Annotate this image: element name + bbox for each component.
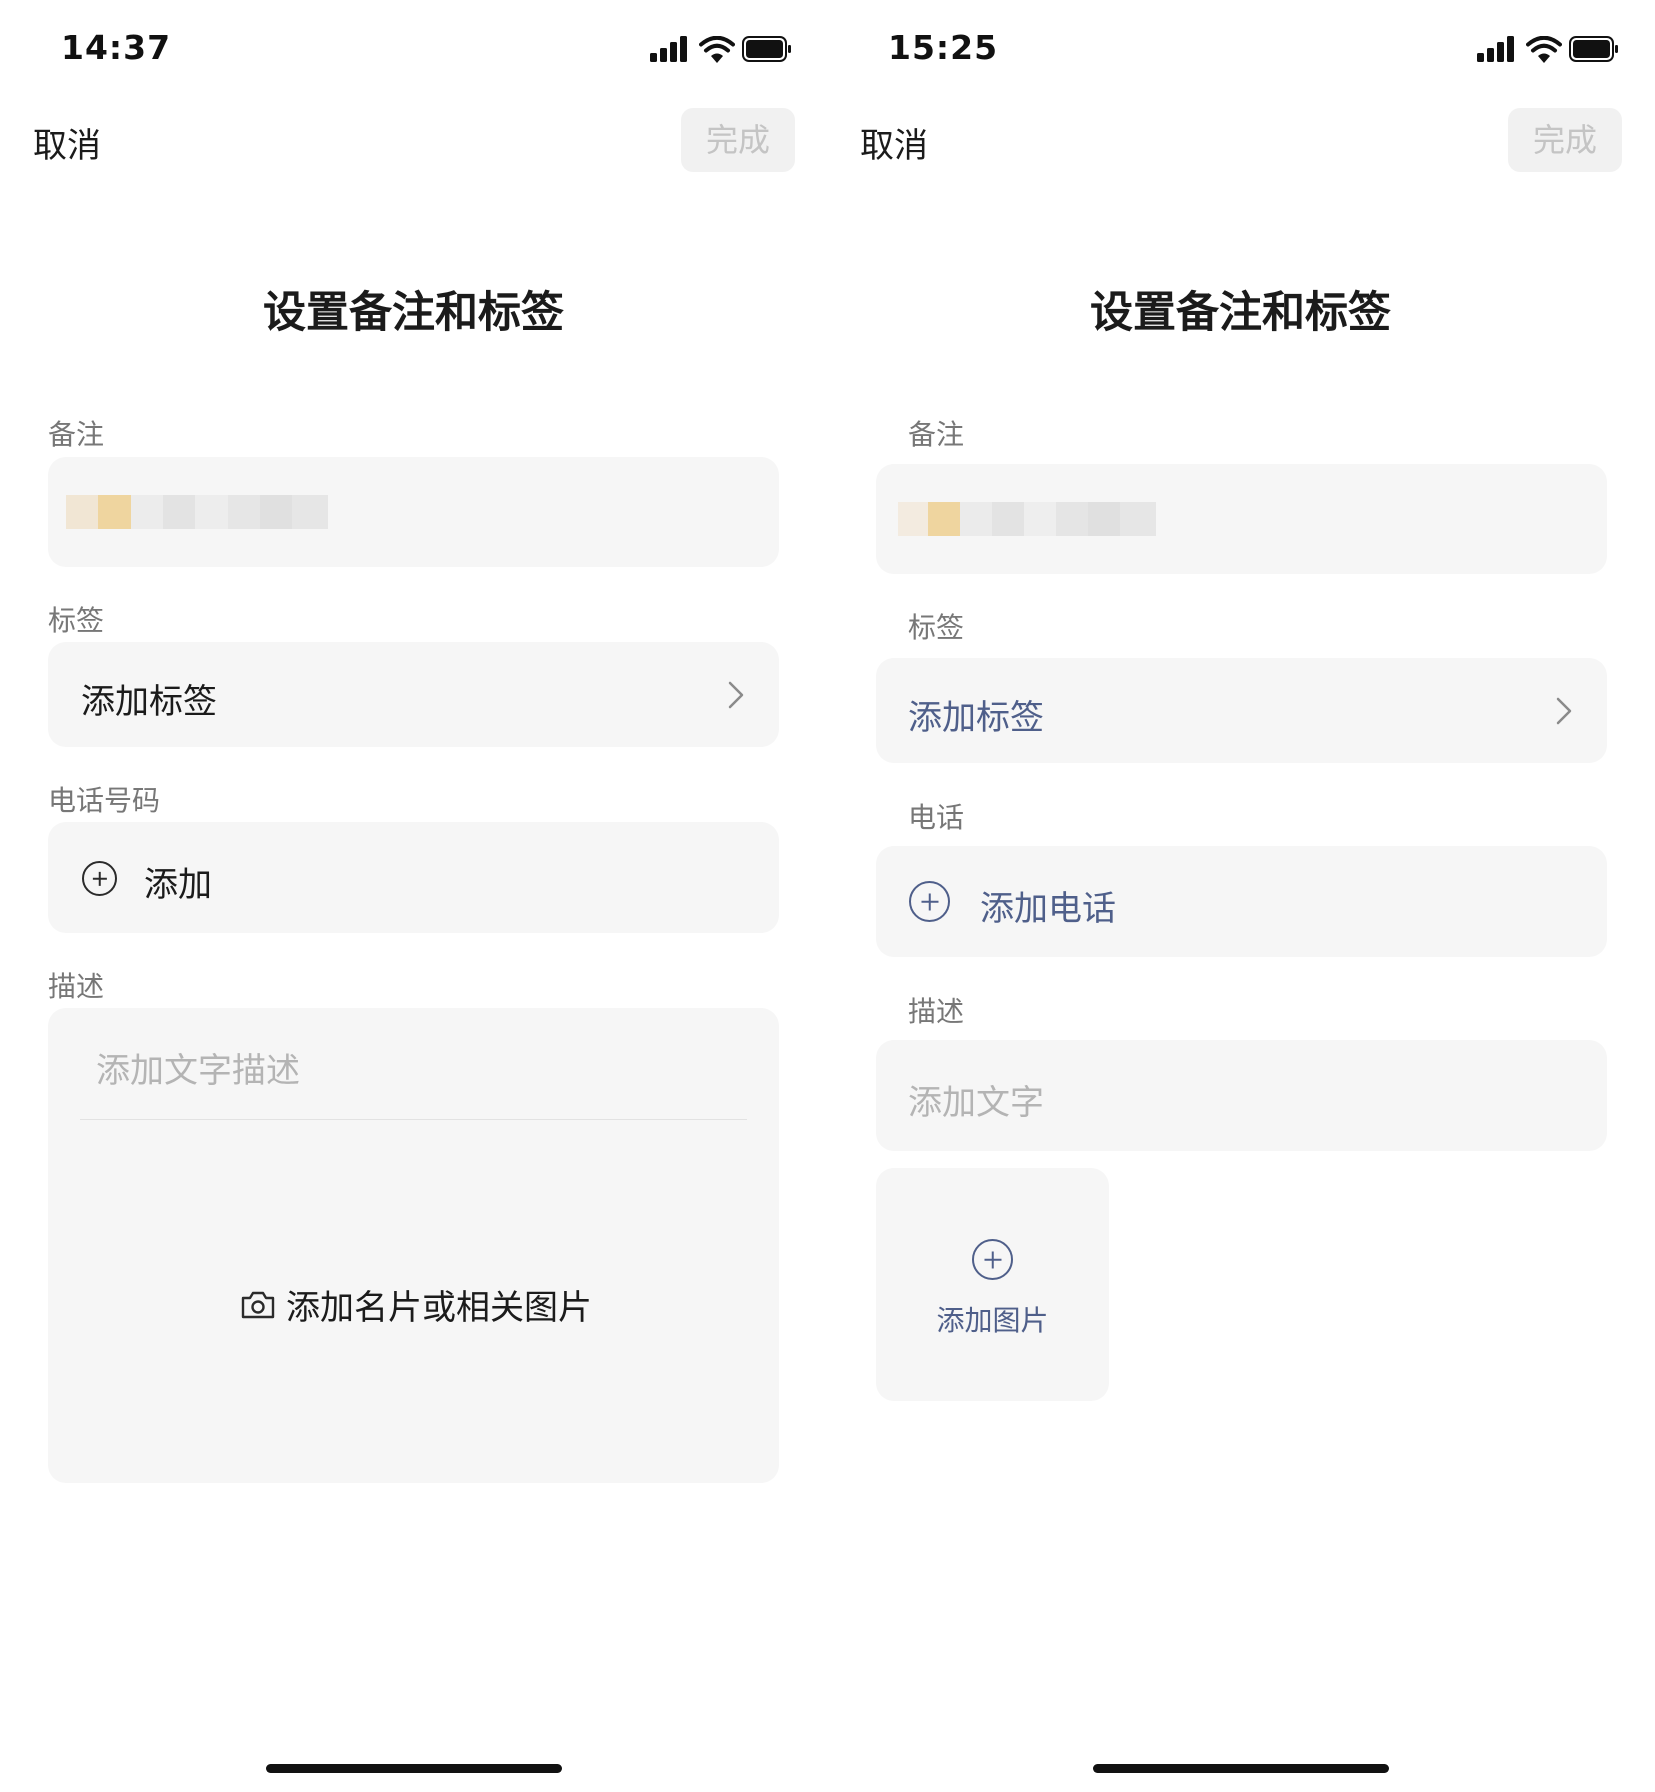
description-input[interactable]: 添加文字描述 xyxy=(96,1043,300,1092)
add-tags-row[interactable]: 添加标签 xyxy=(48,642,779,747)
description-placeholder: 添加文字 xyxy=(908,1083,1044,1123)
add-phone-row[interactable]: 添加 xyxy=(48,822,779,933)
home-indicator[interactable] xyxy=(1093,1764,1389,1773)
remark-label: 备注 xyxy=(48,418,105,451)
add-tags-row[interactable]: 添加标签 xyxy=(876,658,1607,763)
screen-right: 15:25 取消 完成 设置备注和标签 备注 标签 添加标签 电话 添加电话 描… xyxy=(827,0,1654,1792)
tags-label: 标签 xyxy=(908,611,965,644)
description-label: 描述 xyxy=(48,970,105,1003)
add-circle-icon xyxy=(909,881,950,922)
screen-left: 14:37 取消 完成 设置备注和标签 备注 标签 添加标签 电话号码 添加 描… xyxy=(0,0,827,1792)
wifi-icon xyxy=(699,35,735,64)
chevron-right-icon xyxy=(728,681,744,709)
page-title: 设置备注和标签 xyxy=(1090,288,1391,338)
status-icons xyxy=(1477,35,1619,64)
remark-input[interactable] xyxy=(48,457,779,567)
add-circle-icon xyxy=(82,861,117,896)
add-image-tile[interactable]: 添加图片 xyxy=(876,1168,1109,1401)
status-icons xyxy=(650,35,792,64)
description-input[interactable]: 添加文字 xyxy=(876,1040,1607,1151)
wifi-icon xyxy=(1526,35,1562,64)
add-phone-text: 添加 xyxy=(144,865,212,905)
chevron-right-icon xyxy=(1556,697,1572,725)
tags-label: 标签 xyxy=(48,604,105,637)
battery-icon xyxy=(742,36,792,62)
phone-label: 电话号码 xyxy=(48,784,161,817)
remark-input[interactable] xyxy=(876,464,1607,574)
add-tags-text: 添加标签 xyxy=(81,682,217,722)
add-card-image-text: 添加名片或相关图片 xyxy=(286,1288,592,1328)
cellular-signal-icon xyxy=(1477,36,1517,62)
divider xyxy=(80,1119,747,1120)
status-time: 15:25 xyxy=(888,28,999,67)
add-tags-text: 添加标签 xyxy=(908,698,1044,738)
cellular-signal-icon xyxy=(650,36,690,62)
status-time: 14:37 xyxy=(61,28,172,67)
phone-label: 电话 xyxy=(908,801,965,834)
remark-label: 备注 xyxy=(908,418,965,451)
description-card: 添加文字描述 添加名片或相关图片 xyxy=(48,1008,779,1483)
page-title: 设置备注和标签 xyxy=(263,288,564,338)
add-phone-text: 添加电话 xyxy=(980,889,1116,929)
add-image-text: 添加图片 xyxy=(936,1304,1049,1337)
add-circle-icon xyxy=(972,1239,1013,1280)
battery-icon xyxy=(1569,36,1619,62)
done-button[interactable]: 完成 xyxy=(681,108,795,172)
cancel-button[interactable]: 取消 xyxy=(33,118,101,167)
done-button[interactable]: 完成 xyxy=(1508,108,1622,172)
add-phone-row[interactable]: 添加电话 xyxy=(876,846,1607,957)
camera-icon xyxy=(240,1290,276,1320)
home-indicator[interactable] xyxy=(266,1764,562,1773)
cancel-button[interactable]: 取消 xyxy=(860,118,928,167)
description-label: 描述 xyxy=(908,995,965,1028)
